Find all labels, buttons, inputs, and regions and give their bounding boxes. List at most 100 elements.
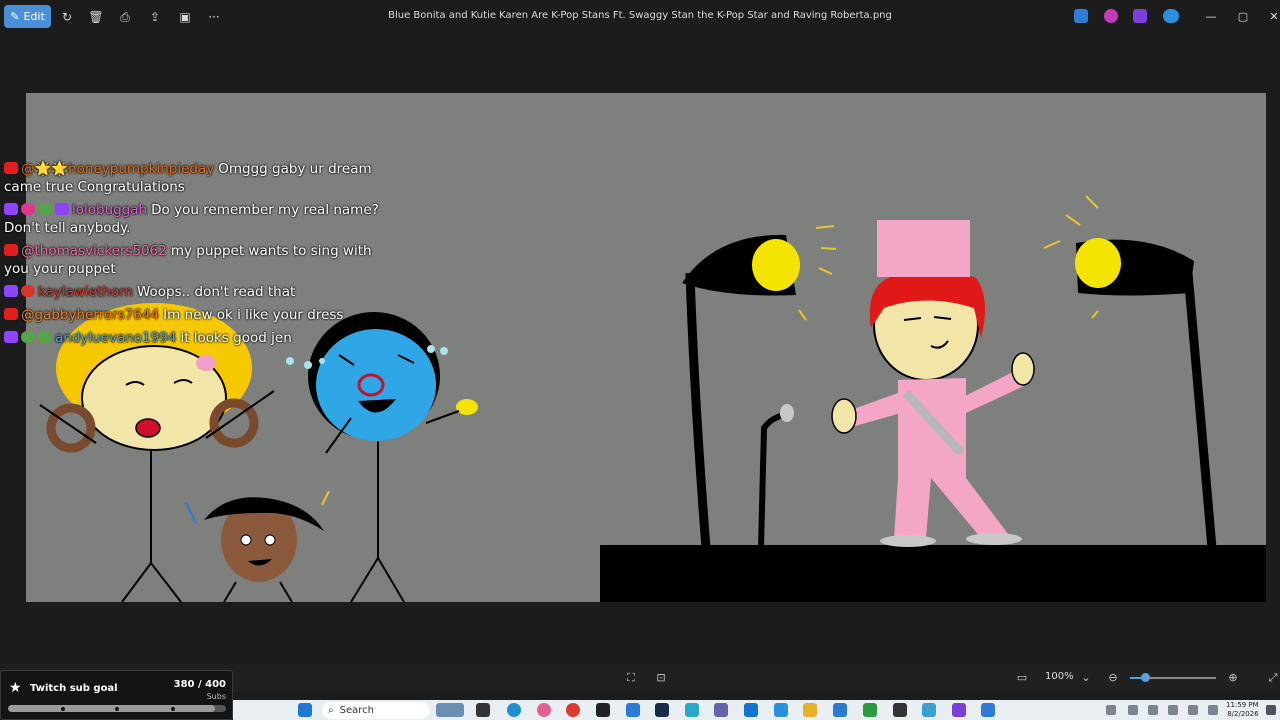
left-spotlight-bulb: [752, 239, 800, 291]
volume-icon[interactable]: [1208, 705, 1218, 715]
minimize-button[interactable]: —: [1201, 8, 1221, 26]
chat-message: @🌟🌟honeypumpkinpieday Omggg gaby ur dream…: [4, 160, 384, 196]
chat-message: @gabbyherrers7644 Im new ok i like your d…: [4, 306, 384, 324]
chrome-icon[interactable]: [566, 703, 580, 717]
delete-icon[interactable]: 🗑: [86, 7, 106, 27]
sub-goal-count: 380 / 400: [173, 679, 226, 690]
youtube-icon: [4, 308, 18, 320]
toolbar: ✎ Edit ↻ 🗑 ⎙ ⇪ ▣ ··· Blue Bonita and Kut…: [0, 0, 1280, 34]
photos-app-window: ✎ Edit ↻ 🗑 ⎙ ⇪ ▣ ··· Blue Bonita and Kut…: [0, 0, 1280, 720]
task-view-icon[interactable]: [476, 703, 490, 717]
onedrive-icon[interactable]: [1163, 9, 1179, 23]
chat-username: kaylawiethorn: [38, 284, 133, 300]
photos-icon[interactable]: [981, 703, 995, 717]
clock-time: 11:59 PM: [1226, 701, 1259, 709]
chat-username: @🌟🌟honeypumpkinpieday: [21, 161, 215, 177]
pawn-badge-icon: [38, 203, 52, 215]
widgets-icon[interactable]: [436, 703, 464, 717]
print-icon[interactable]: ⎙: [115, 7, 135, 27]
goblin-badge-icon: [38, 331, 52, 343]
mic-stand: [758, 412, 785, 549]
twitch-icon: [4, 285, 18, 297]
chat-text: it looks good jen: [180, 330, 292, 346]
right-spotlight-pole: [1183, 272, 1217, 549]
app-icon-purple[interactable]: [952, 703, 966, 717]
sub-goal-unit: Subs: [206, 692, 226, 701]
taskbar-clock[interactable]: 11:59 PM 8/2/2026: [1226, 701, 1259, 719]
app-tray-icon-1[interactable]: [1074, 9, 1088, 23]
zoom-in-icon[interactable]: ⊕: [1226, 672, 1240, 684]
chat-message: @thomasvickers5062 my puppet wants to sin…: [4, 242, 384, 278]
right-spotlight-bulb: [1075, 238, 1121, 288]
chat-text: Im new ok i like your dress: [163, 307, 344, 323]
sub-goal-progress-fill: [8, 705, 216, 712]
chevron-up-icon[interactable]: [1106, 705, 1116, 715]
app-tray-icon-3[interactable]: [1133, 9, 1147, 23]
settings-icon[interactable]: [893, 703, 907, 717]
app-icon-teal[interactable]: [685, 703, 699, 717]
progress-tick: [171, 707, 175, 711]
heart-badge-icon: [21, 285, 35, 297]
chat-message: andyluevano1994 it looks good jen: [4, 329, 384, 347]
zoom-out-icon[interactable]: ⊖: [1106, 672, 1120, 684]
taskbar-search[interactable]: ⌕ Search: [322, 702, 430, 719]
xbox-icon[interactable]: [863, 703, 877, 717]
app-icon-blue[interactable]: [774, 703, 788, 717]
store-icon[interactable]: [833, 703, 847, 717]
edge-icon[interactable]: [507, 703, 521, 717]
maximize-button[interactable]: ▢: [1233, 8, 1253, 26]
zoom-level[interactable]: 100%: [1045, 671, 1074, 682]
chat-username: @thomasvickers5062: [21, 243, 167, 259]
edit-label: Edit: [23, 10, 45, 23]
stream-chat-overlay: @🌟🌟honeypumpkinpieday Omggg gaby ur dream…: [4, 160, 384, 352]
fit-to-window-icon[interactable]: ⛶: [624, 672, 638, 684]
youtube-icon: [4, 162, 18, 174]
start-icon[interactable]: [298, 703, 312, 717]
kpop-star-figure: [831, 220, 1035, 547]
mail-icon[interactable]: [744, 703, 758, 717]
copilot-icon[interactable]: [537, 703, 551, 717]
notification-icon[interactable]: [1266, 705, 1276, 715]
share-icon[interactable]: ⇪: [145, 7, 165, 27]
youtube-icon: [4, 244, 18, 256]
stage: [600, 545, 1266, 602]
app-icon-cyan[interactable]: [922, 703, 936, 717]
edit-button[interactable]: ✎ Edit: [4, 5, 51, 28]
tray-icon[interactable]: [1128, 705, 1138, 715]
small-girl-figure: [185, 490, 330, 602]
tray-icon[interactable]: [1148, 705, 1158, 715]
star-icon: ★: [9, 680, 22, 696]
fullscreen-icon[interactable]: ▭: [1015, 672, 1029, 684]
search-icon: ⌕: [328, 705, 334, 716]
actual-size-icon[interactable]: ⊡: [654, 672, 668, 684]
chevron-down-icon[interactable]: ⌄: [1079, 672, 1093, 684]
search-placeholder: Search: [339, 705, 374, 716]
app-icon-azure[interactable]: [626, 703, 640, 717]
teams-icon[interactable]: [714, 703, 728, 717]
window-title: Blue Bonita and Kutie Karen Are K-Pop St…: [388, 10, 892, 21]
pawn-badge-icon: [21, 331, 35, 343]
chat-username: andyluevano1994: [55, 330, 177, 346]
chat-username: @gabbyherrers7644: [21, 307, 160, 323]
obs-icon[interactable]: [596, 703, 610, 717]
left-spotlight-pole: [685, 272, 711, 549]
chat-text: Woops.. don't read that: [136, 284, 296, 300]
slideshow-icon[interactable]: ▣: [175, 7, 195, 27]
progress-tick: [115, 707, 119, 711]
twitch-icon: [4, 203, 18, 215]
left-spotlight-rays: [798, 225, 837, 321]
steam-icon[interactable]: [655, 703, 669, 717]
more-options-button[interactable]: ···: [204, 7, 224, 27]
chat-message: lolobuggah Do you remember my real name? …: [4, 201, 384, 237]
rotate-icon[interactable]: ↻: [57, 7, 77, 27]
blue-girl-figure: [286, 312, 478, 602]
expand-icon[interactable]: ⤢: [1266, 672, 1280, 684]
tray-icon[interactable]: [1168, 705, 1178, 715]
heart-badge-icon: [21, 203, 35, 215]
file-explorer-icon[interactable]: [803, 703, 817, 717]
wifi-icon[interactable]: [1188, 705, 1198, 715]
twitch-sub-goal-widget: ★ Twitch sub goal 380 / 400 Subs: [0, 670, 233, 720]
app-tray-icon-2[interactable]: [1104, 9, 1118, 23]
close-button[interactable]: ✕: [1264, 8, 1280, 26]
chat-username: lolobuggah: [72, 202, 148, 218]
